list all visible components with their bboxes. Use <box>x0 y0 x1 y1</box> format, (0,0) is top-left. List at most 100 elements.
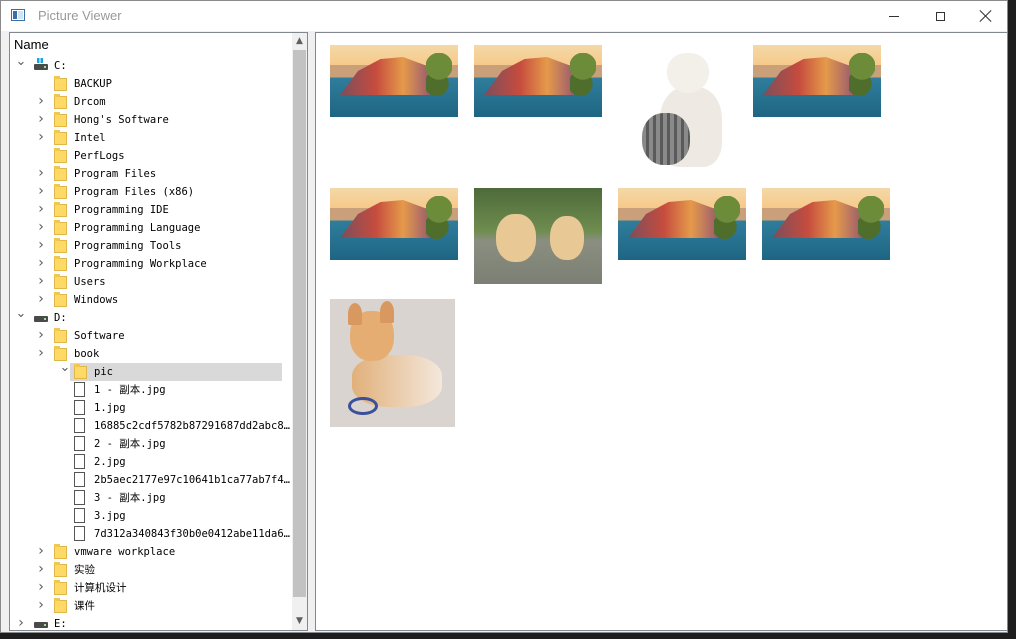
title-bar[interactable]: Picture Viewer <box>1 1 1007 31</box>
folder-item[interactable]: › vmware workplace <box>10 543 292 561</box>
chevron-right-icon[interactable]: › <box>34 93 48 111</box>
chevron-right-icon[interactable]: › <box>34 165 48 183</box>
folder-item[interactable]: › Programming Workplace <box>10 255 292 273</box>
folder-icon <box>54 328 67 343</box>
file-item[interactable]: 1 - 副本.jpg <box>10 381 292 399</box>
chevron-down-icon[interactable]: ⌄ <box>14 307 28 327</box>
tree-item-label: PerfLogs <box>74 150 125 162</box>
drive-item[interactable]: ⌄ D: <box>10 307 292 327</box>
file-item[interactable]: 2.jpg <box>10 453 292 471</box>
file-item[interactable]: 2b5aec2177e97c10641b1ca77ab7f4… <box>10 471 292 489</box>
folder-item[interactable]: › Hong's Software <box>10 111 292 129</box>
folder-icon <box>54 112 67 127</box>
landscape-thumbnail[interactable] <box>474 45 602 117</box>
scroll-up-arrow-icon[interactable]: ▲ <box>292 33 307 50</box>
folder-item[interactable]: › Program Files <box>10 165 292 183</box>
tree-item-label: BACKUP <box>74 78 112 90</box>
folder-item[interactable]: › Intel <box>10 129 292 147</box>
chevron-right-icon[interactable]: › <box>34 201 48 219</box>
folder-item[interactable]: › Software <box>10 327 292 345</box>
chevron-right-icon[interactable]: › <box>34 291 48 309</box>
folder-item[interactable]: › Program Files (x86) <box>10 183 292 201</box>
file-item[interactable]: 7d312a340843f30b0e0412abe11da6… <box>10 525 292 543</box>
folder-icon <box>54 544 67 559</box>
close-button[interactable] <box>963 1 1009 31</box>
file-icon <box>74 508 85 523</box>
folder-item[interactable]: PerfLogs <box>10 147 292 165</box>
folder-item[interactable]: › Users <box>10 273 292 291</box>
scroll-down-arrow-icon[interactable]: ▼ <box>292 613 307 630</box>
chevron-right-icon[interactable]: › <box>34 579 48 597</box>
puppy-shape <box>496 214 536 262</box>
folder-item[interactable]: › 课件 <box>10 597 292 615</box>
close-icon <box>980 10 992 22</box>
chevron-right-icon[interactable]: › <box>14 615 28 630</box>
minimize-button[interactable] <box>871 1 917 31</box>
plant-shape <box>714 196 740 240</box>
folder-item[interactable]: BACKUP <box>10 75 292 93</box>
chevron-right-icon[interactable]: › <box>34 345 48 363</box>
file-item[interactable]: 3.jpg <box>10 507 292 525</box>
tree-item-label: 计算机设计 <box>74 582 127 594</box>
folder-icon <box>54 76 67 91</box>
tree-item-label: C: <box>54 60 67 72</box>
file-item[interactable]: 3 - 副本.jpg <box>10 489 292 507</box>
name-column-header[interactable]: Name <box>10 33 292 56</box>
tree-item-label: 7d312a340843f30b0e0412abe11da6… <box>94 528 290 540</box>
maximize-button[interactable] <box>917 1 963 31</box>
landscape-thumbnail[interactable] <box>330 45 458 117</box>
chevron-right-icon[interactable]: › <box>34 543 48 561</box>
plant-shape <box>426 53 452 97</box>
folder-item[interactable]: › book <box>10 345 292 363</box>
dog-and-cat-thumbnail[interactable] <box>632 51 740 169</box>
tree-item-label: Intel <box>74 132 106 144</box>
file-icon <box>74 454 85 469</box>
chevron-right-icon[interactable]: › <box>34 111 48 129</box>
landscape-thumbnail[interactable] <box>618 188 746 260</box>
drive-icon <box>34 622 48 628</box>
tree-item-label: vmware workplace <box>74 546 176 558</box>
scrollbar-thumb[interactable] <box>293 50 306 597</box>
chevron-right-icon[interactable]: › <box>34 327 48 345</box>
folder-item[interactable]: › Programming Language <box>10 219 292 237</box>
chevron-right-icon[interactable]: › <box>34 255 48 273</box>
corgi-ear-shape <box>348 303 362 325</box>
drive-item[interactable]: › E: <box>10 615 292 630</box>
folder-icon <box>54 580 67 595</box>
chevron-right-icon[interactable]: › <box>34 273 48 291</box>
drive-item[interactable]: ⌄ C: <box>10 57 292 75</box>
landscape-thumbnail[interactable] <box>330 188 458 260</box>
tree-item-label: 实验 <box>74 564 95 576</box>
folder-item[interactable]: › 计算机设计 <box>10 579 292 597</box>
chevron-right-icon[interactable]: › <box>34 561 48 579</box>
chevron-right-icon[interactable]: › <box>34 183 48 201</box>
tree-item-label: 2.jpg <box>94 456 126 468</box>
chevron-down-icon[interactable]: ⌄ <box>58 361 72 381</box>
folder-item[interactable]: ⌄ pic <box>60 361 282 381</box>
landscape-thumbnail[interactable] <box>762 188 890 260</box>
chevron-right-icon[interactable]: › <box>34 129 48 147</box>
chevron-down-icon[interactable]: ⌄ <box>14 57 28 75</box>
tree-item-label: 课件 <box>74 600 95 612</box>
folder-item[interactable]: › Programming IDE <box>10 201 292 219</box>
file-item[interactable]: 1.jpg <box>10 399 292 417</box>
folder-item[interactable]: › Programming Tools <box>10 237 292 255</box>
corgi-thumbnail[interactable] <box>330 299 455 427</box>
folder-item[interactable]: › Drcom <box>10 93 292 111</box>
tree-item-label: Programming Tools <box>74 240 182 252</box>
chevron-right-icon[interactable]: › <box>34 219 48 237</box>
folder-tree: ⌄ C: BACKUP › Drcom › Hong's Software › Intel Per… <box>10 57 292 630</box>
file-item[interactable]: 2 - 副本.jpg <box>10 435 292 453</box>
folder-item[interactable]: › Windows <box>10 291 292 309</box>
folder-item[interactable]: › 实验 <box>10 561 292 579</box>
minimize-icon <box>889 15 899 17</box>
tree-item-label: Programming Workplace <box>74 258 207 270</box>
file-item[interactable]: 16885c2cdf5782b87291687dd2abc8… <box>10 417 292 435</box>
chevron-right-icon[interactable]: › <box>34 237 48 255</box>
tree-item-label: Software <box>74 330 125 342</box>
chevron-right-icon[interactable]: › <box>34 597 48 615</box>
puppies-thumbnail[interactable] <box>474 188 602 284</box>
landscape-thumbnail[interactable] <box>753 45 881 117</box>
folder-icon <box>74 364 87 379</box>
tree-vertical-scrollbar[interactable]: ▲ ▼ <box>292 33 307 630</box>
